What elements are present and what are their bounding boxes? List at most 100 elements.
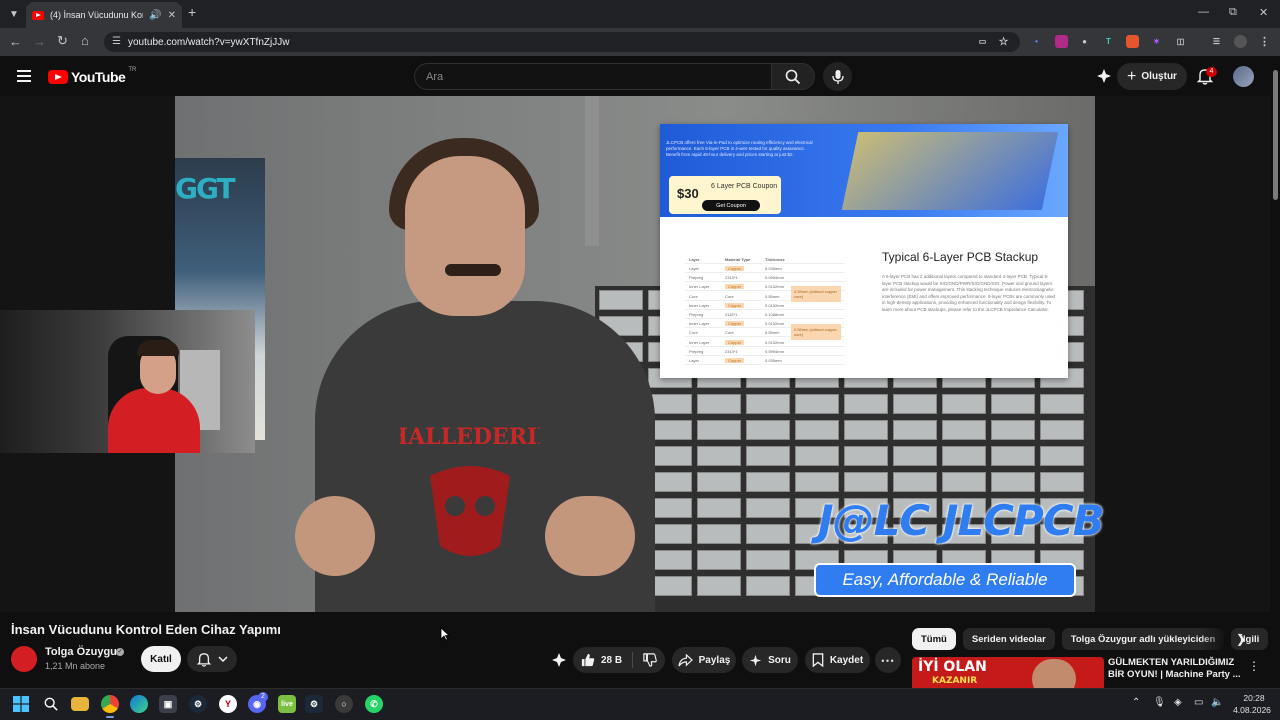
tray-volume-icon[interactable]: 🔈 xyxy=(1211,697,1223,708)
cast-icon[interactable]: ▭ xyxy=(976,35,989,48)
stackup-cell: 2313*1 xyxy=(725,348,738,354)
cabinet-drawer xyxy=(893,472,937,492)
site-info-icon[interactable]: ☰ xyxy=(112,36,121,47)
whatsapp-icon[interactable]: ✆ xyxy=(365,695,383,713)
reload-icon[interactable]: ↻ xyxy=(57,33,68,49)
stackup-cell: 0.1088mm xyxy=(765,312,784,317)
stackup-cell: Core xyxy=(725,293,734,299)
cabinet-drawer xyxy=(1040,420,1084,440)
search-box[interactable] xyxy=(414,63,772,90)
stackup-row: Layer Copper 0.035mm xyxy=(685,357,845,365)
extension-4-icon[interactable] xyxy=(1126,35,1139,48)
stackup-row: Layer Copper 0.035mm xyxy=(685,265,845,273)
profile-avatar-icon[interactable] xyxy=(1234,35,1247,48)
obs-icon[interactable]: ○ xyxy=(335,695,353,713)
create-button[interactable]: + Oluştur xyxy=(1117,63,1187,90)
like-count[interactable]: 28 B xyxy=(601,655,622,666)
taskbar-search-icon[interactable] xyxy=(42,695,60,713)
forward-arrow-icon[interactable]: → xyxy=(33,34,46,49)
save-button[interactable]: Kaydet xyxy=(805,647,870,673)
store-icon[interactable]: ▣ xyxy=(159,695,177,713)
cabinet-drawer xyxy=(697,472,741,492)
steam-icon[interactable]: ⚙ xyxy=(189,695,207,713)
coupon-title: 6 Layer PCB Coupon xyxy=(711,183,778,190)
subscriber-count: 1,21 Mn abone xyxy=(45,661,106,671)
recommendation-title[interactable]: GÜLMEKTEN YARILDIĞIMIZ BİR OYUN! | Machi… xyxy=(1108,657,1248,682)
home-icon[interactable]: ⌂ xyxy=(81,33,89,48)
extension-5-icon[interactable]: ✶ xyxy=(1150,35,1163,48)
yandex-icon[interactable]: Y xyxy=(219,695,237,713)
extensions-puzzle-icon[interactable]: ◫ xyxy=(1174,35,1187,48)
hamburger-menu-icon[interactable] xyxy=(17,70,31,82)
join-button[interactable]: Katıl xyxy=(141,646,181,672)
search-button[interactable] xyxy=(771,63,815,90)
extension-2-icon[interactable]: ● xyxy=(1078,35,1091,48)
tray-display-icon[interactable]: ▭ xyxy=(1194,697,1203,708)
chrome-icon[interactable] xyxy=(101,695,119,713)
back-arrow-icon[interactable]: ← xyxy=(9,34,22,49)
stackup-cell: Copper xyxy=(725,339,745,345)
stackup-cell: Core xyxy=(725,330,734,336)
minimize-window-icon[interactable]: — xyxy=(1198,6,1209,18)
restore-window-icon[interactable]: ⧉ xyxy=(1229,6,1237,19)
channel-name[interactable]: Tolga Özuygur xyxy=(45,646,121,658)
thumbs-down-icon[interactable] xyxy=(643,653,657,667)
user-avatar[interactable] xyxy=(1233,66,1254,87)
cabinet-drawer xyxy=(991,394,1035,414)
extension-3-icon[interactable]: T xyxy=(1102,35,1115,48)
bookmark-star-icon[interactable]: ☆ xyxy=(997,35,1010,48)
streamer-hair xyxy=(137,340,179,356)
clock-time[interactable]: 20:28 xyxy=(1234,693,1274,703)
channel-avatar[interactable] xyxy=(11,646,37,672)
extension-1-icon[interactable] xyxy=(1055,35,1068,48)
stackup-row: Prepreg 2313*1 0.0994mm xyxy=(685,274,845,283)
ai-sparkle-icon[interactable] xyxy=(1096,68,1112,89)
cabinet-drawer xyxy=(746,550,790,570)
search-input[interactable] xyxy=(426,70,772,83)
clock-date[interactable]: 4.08.2026 xyxy=(1230,705,1274,715)
thumb-face xyxy=(1032,659,1076,688)
recommendation-thumbnail[interactable]: İYİ OLAN KAZANIR xyxy=(912,657,1104,688)
file-explorer-icon[interactable] xyxy=(71,697,89,711)
edge-icon[interactable] xyxy=(130,695,148,713)
scrollbar-thumb[interactable] xyxy=(1273,70,1278,200)
tray-network-icon[interactable]: ◈ xyxy=(1174,697,1182,708)
windows-start-icon[interactable] xyxy=(12,695,30,713)
browser-tab[interactable]: (4) İnsan Vücudunu Kontrol 🔊 ✕ xyxy=(26,2,182,28)
youtube-wordmark: YouTube xyxy=(71,69,126,85)
new-tab-button[interactable]: + xyxy=(188,4,196,20)
speaker-icon[interactable]: 🔊 xyxy=(149,10,161,21)
chip-series[interactable]: Seriden videolar xyxy=(962,628,1055,650)
cabinet-drawer xyxy=(991,446,1035,466)
cabinet-drawer xyxy=(697,576,741,596)
notification-count-badge: 4 xyxy=(1206,67,1217,77)
tab-search-button[interactable]: ▼ xyxy=(4,4,24,24)
thumbs-up-icon[interactable] xyxy=(581,653,595,667)
extension-translate-icon[interactable]: • xyxy=(1030,35,1043,48)
steam-2-icon[interactable]: ⚙ xyxy=(305,695,323,713)
media-controls-icon[interactable]: ☰ xyxy=(1210,35,1223,48)
stackup-row: Prepreg 2116*1 0.1088mm xyxy=(685,311,845,319)
browser-menu-icon[interactable]: ⋮ xyxy=(1258,35,1271,48)
cabinet-drawer xyxy=(1040,446,1084,466)
youtube-logo[interactable]: YouTube TR xyxy=(48,67,136,85)
close-window-icon[interactable]: ✕ xyxy=(1259,6,1268,19)
address-bar[interactable]: ☰ youtube.com/watch?v=ywXTfnZjJJw xyxy=(104,32,1020,52)
share-button[interactable]: Paylaş xyxy=(672,647,736,673)
tray-chevron-up-icon[interactable]: ⌃ xyxy=(1132,697,1140,708)
more-actions-button[interactable]: ⋯ xyxy=(875,647,901,673)
voice-search-button[interactable] xyxy=(823,62,852,91)
more-vertical-icon[interactable]: ⋮ xyxy=(1248,659,1260,673)
subscription-bell-button[interactable] xyxy=(187,646,237,672)
ask-button[interactable]: Soru xyxy=(742,647,798,673)
chevron-right-icon[interactable]: ❯ xyxy=(1236,632,1246,646)
close-tab-icon[interactable]: ✕ xyxy=(168,10,176,21)
cabinet-drawer xyxy=(942,472,986,492)
ask-ai-icon[interactable] xyxy=(551,652,567,673)
live-app-icon[interactable]: live xyxy=(278,695,296,713)
presenter-right-hand xyxy=(545,496,635,576)
cabinet-drawer xyxy=(795,420,839,440)
chip-all[interactable]: Tümü xyxy=(912,628,956,650)
poster-text: GGT xyxy=(175,172,236,205)
tray-microphone-icon[interactable]: 🎙 xyxy=(1153,697,1166,708)
